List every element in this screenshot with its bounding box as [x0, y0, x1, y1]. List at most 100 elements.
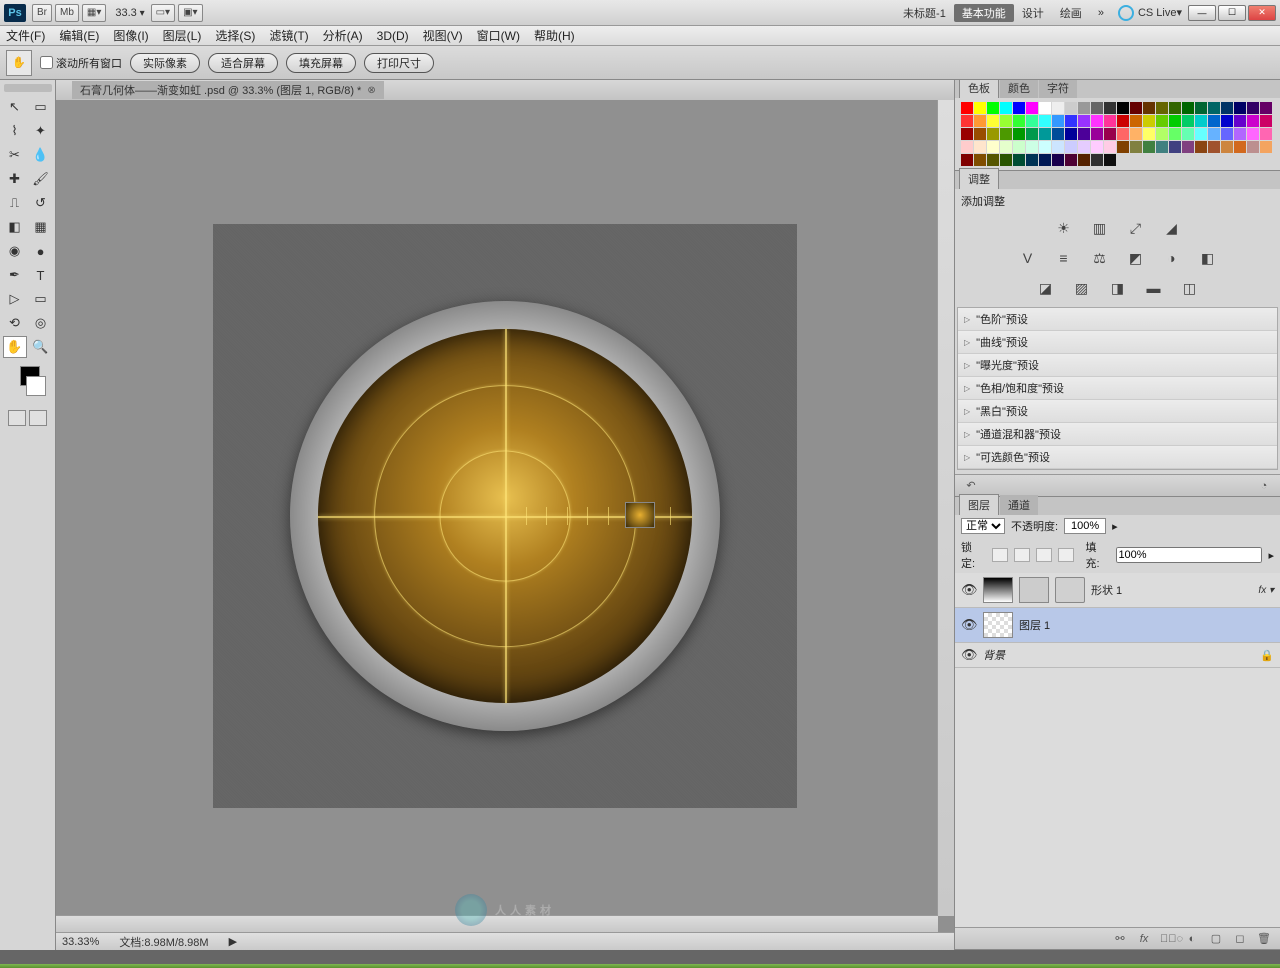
swatch[interactable]: [974, 102, 986, 114]
swatch[interactable]: [961, 141, 973, 153]
dodge-tool[interactable]: ●: [29, 240, 53, 262]
swatch[interactable]: [1013, 141, 1025, 153]
fill-input[interactable]: [1116, 547, 1262, 563]
swatch[interactable]: [1026, 154, 1038, 166]
crop-tool[interactable]: ✂: [3, 144, 27, 166]
menu-analysis[interactable]: 分析(A): [323, 27, 363, 44]
lock-trans-icon[interactable]: [992, 548, 1008, 562]
invert-icon[interactable]: ◪: [1035, 279, 1057, 297]
layer-thumb[interactable]: [1019, 577, 1049, 603]
tab-channels[interactable]: 通道: [1000, 495, 1038, 515]
document-tab[interactable]: 石膏几何体——渐变如虹 .psd @ 33.3% (图层 1, RGB/8) *…: [72, 81, 384, 99]
swatch[interactable]: [1117, 128, 1129, 140]
swatch[interactable]: [1169, 141, 1181, 153]
workspace-design[interactable]: 设计: [1014, 4, 1052, 22]
viewextra-button[interactable]: ▭▾: [151, 4, 175, 22]
delete-layer-icon[interactable]: 🗑: [1256, 932, 1272, 945]
lock-pos-icon[interactable]: [1036, 548, 1052, 562]
zoom-tool[interactable]: 🔍: [29, 336, 53, 358]
layer-thumb[interactable]: [983, 577, 1013, 603]
swatch[interactable]: [1078, 141, 1090, 153]
swatch[interactable]: [1013, 102, 1025, 114]
swatch[interactable]: [987, 115, 999, 127]
visibility-icon[interactable]: 👁: [961, 582, 977, 598]
layer-fx-icon[interactable]: fx: [1136, 933, 1152, 945]
swatch[interactable]: [1052, 141, 1064, 153]
swatch[interactable]: [961, 115, 973, 127]
swatch[interactable]: [1039, 102, 1051, 114]
workspace-painting[interactable]: 绘画: [1052, 4, 1090, 22]
swatch[interactable]: [1065, 141, 1077, 153]
marquee-tool[interactable]: ▭: [29, 96, 53, 118]
doc-label[interactable]: 未标题-1: [895, 4, 954, 22]
swatch[interactable]: [1026, 128, 1038, 140]
swatch[interactable]: [1221, 128, 1233, 140]
shape-tool[interactable]: ▭: [29, 288, 53, 310]
swatch[interactable]: [974, 154, 986, 166]
swatch[interactable]: [1221, 102, 1233, 114]
exposure-icon[interactable]: ◢: [1161, 219, 1183, 237]
panel-handle[interactable]: [4, 84, 52, 92]
background-color[interactable]: [26, 376, 46, 396]
pen-tool[interactable]: ✒: [3, 264, 27, 286]
tab-swatches[interactable]: 色板: [959, 80, 999, 98]
close-tab-icon[interactable]: ⊗: [367, 85, 375, 96]
visibility-icon[interactable]: 👁: [961, 647, 977, 663]
swatch[interactable]: [961, 154, 973, 166]
footer-arrow[interactable]: ▶: [229, 935, 237, 948]
fx-badge[interactable]: fx ▾: [1258, 585, 1274, 596]
swatch[interactable]: [1182, 115, 1194, 127]
swatch[interactable]: [1156, 115, 1168, 127]
channelmixer-icon[interactable]: ◧: [1197, 249, 1219, 267]
minimize-button[interactable]: —: [1188, 5, 1216, 21]
swatch[interactable]: [1234, 141, 1246, 153]
adj-layer-icon[interactable]: ◐: [1184, 933, 1200, 945]
brightness-icon[interactable]: ☀: [1053, 219, 1075, 237]
swatch[interactable]: [1182, 102, 1194, 114]
swatch[interactable]: [987, 102, 999, 114]
type-tool[interactable]: T: [29, 264, 53, 286]
swatch[interactable]: [1052, 102, 1064, 114]
bridge-button[interactable]: Br: [32, 4, 52, 22]
swatch[interactable]: [1104, 102, 1116, 114]
workspace-more[interactable]: »: [1090, 4, 1112, 22]
swatch[interactable]: [974, 115, 986, 127]
swatch[interactable]: [1195, 141, 1207, 153]
stamp-tool[interactable]: ⎍: [3, 192, 27, 214]
swatch[interactable]: [1117, 141, 1129, 153]
swatch[interactable]: [1000, 115, 1012, 127]
close-button[interactable]: ✕: [1248, 5, 1276, 21]
menu-help[interactable]: 帮助(H): [534, 27, 575, 44]
zoom-readout[interactable]: 33.33%: [62, 936, 99, 948]
swatch[interactable]: [1195, 115, 1207, 127]
tab-character[interactable]: 字符: [1039, 80, 1077, 98]
menu-window[interactable]: 窗口(W): [477, 27, 520, 44]
swatch[interactable]: [1156, 141, 1168, 153]
swatch[interactable]: [1260, 141, 1272, 153]
menu-3d[interactable]: 3D(D): [377, 29, 409, 43]
layer-thumb[interactable]: [1055, 577, 1085, 603]
menu-image[interactable]: 图像(I): [113, 27, 148, 44]
swatch[interactable]: [1091, 154, 1103, 166]
swatch[interactable]: [1143, 115, 1155, 127]
workspace-essentials[interactable]: 基本功能: [954, 4, 1014, 22]
swatch[interactable]: [1078, 102, 1090, 114]
history-brush-tool[interactable]: ↺: [29, 192, 53, 214]
preset-item[interactable]: "通道混和器"预设: [958, 423, 1277, 446]
swatch[interactable]: [1013, 154, 1025, 166]
swatch[interactable]: [1156, 128, 1168, 140]
swatch[interactable]: [987, 154, 999, 166]
swatch[interactable]: [1013, 128, 1025, 140]
photofilter-icon[interactable]: ◑: [1161, 249, 1183, 267]
swatch[interactable]: [1078, 154, 1090, 166]
swatch[interactable]: [1091, 115, 1103, 127]
swatch[interactable]: [1117, 102, 1129, 114]
doc-size-readout[interactable]: 文档:8.98M/8.98M: [119, 934, 208, 950]
swatch[interactable]: [961, 128, 973, 140]
swatch[interactable]: [1247, 115, 1259, 127]
threshold-icon[interactable]: ◨: [1107, 279, 1129, 297]
swatch[interactable]: [974, 141, 986, 153]
swatch[interactable]: [1130, 128, 1142, 140]
preset-item[interactable]: "黑白"预设: [958, 400, 1277, 423]
swatch[interactable]: [1143, 128, 1155, 140]
